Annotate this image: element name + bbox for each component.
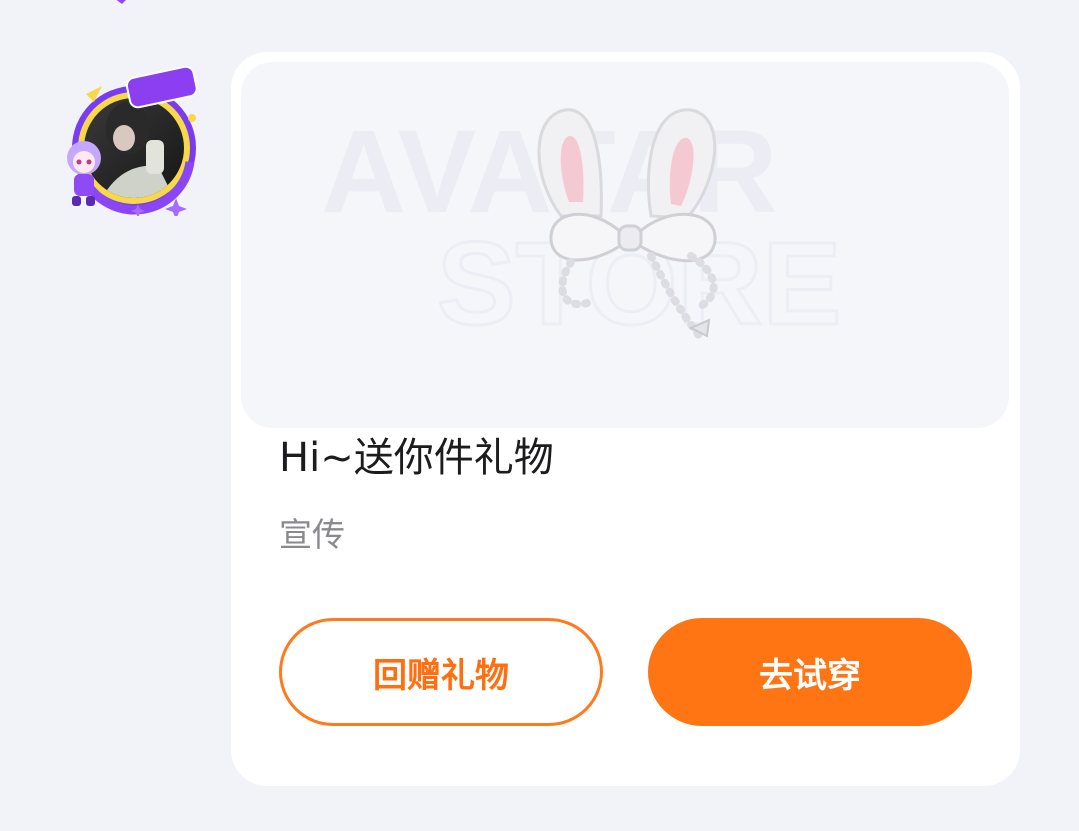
sender-avatar[interactable] (58, 65, 198, 220)
try-on-button[interactable]: 去试穿 (648, 618, 972, 726)
return-gift-button[interactable]: 回赠礼物 (279, 618, 603, 726)
top-decoration (116, 0, 126, 4)
gift-card[interactable]: AVATAR STORE Hi~送你件礼物 宣传 回赠礼物 去试穿 (231, 52, 1020, 786)
gift-title: Hi~送你件礼物 (279, 435, 554, 481)
gift-subtitle: 宣传 (279, 515, 345, 554)
bunny-ear-bow-icon (537, 108, 718, 342)
avatar-frame-icon (67, 65, 198, 220)
item-preview[interactable]: AVATAR STORE (241, 62, 1009, 428)
